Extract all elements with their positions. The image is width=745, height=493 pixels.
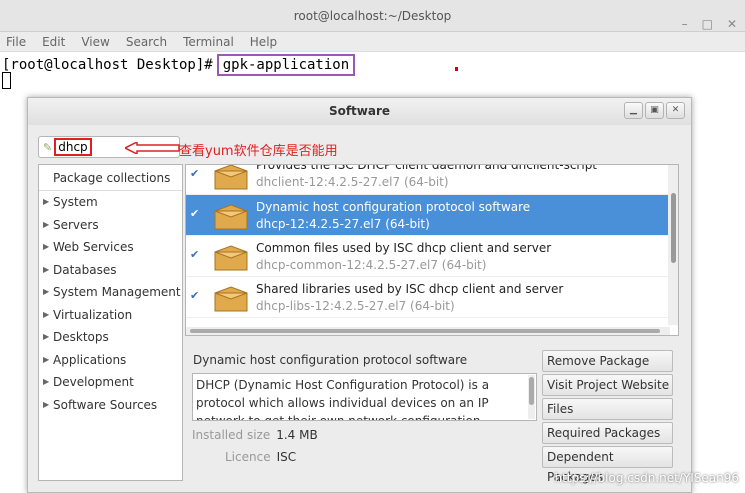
category-item[interactable]: ▶ Development — [39, 371, 182, 394]
checkbox-icon[interactable]: ✔ — [190, 248, 203, 261]
software-titlebar[interactable]: Software ▁ ▣ ✕ — [28, 98, 691, 125]
description-scrollbar[interactable] — [528, 375, 535, 419]
software-title: Software — [328, 104, 391, 118]
package-row[interactable]: ✔ Provides the ISC DHCP client daemon an… — [186, 165, 678, 195]
description-text: DHCP (Dynamic Host Configuration Protoco… — [196, 378, 490, 421]
minimize-button[interactable]: ▁ — [624, 102, 643, 119]
expand-triangle-icon: ▶ — [43, 219, 50, 229]
category-item[interactable]: ▶ Software Sources — [39, 394, 182, 417]
licence-row: Licence ISC — [225, 450, 296, 464]
expand-triangle-icon: ▶ — [43, 287, 50, 296]
close-icon: ✕ — [671, 105, 680, 115]
action-buttons: Remove Package Visit Project Website Fil… — [542, 350, 673, 484]
checkbox-icon[interactable]: ✔ — [190, 167, 203, 180]
files-button[interactable]: Files — [542, 398, 673, 420]
maximize-icon[interactable]: □ — [702, 8, 713, 40]
terminal-line: [root@localhost Desktop]# gpk-applicatio… — [2, 54, 356, 76]
pencil-icon: ✎ — [43, 140, 53, 154]
expand-triangle-icon: ▶ — [43, 309, 50, 319]
package-list-vscroll[interactable] — [668, 165, 678, 325]
category-item[interactable]: ▶ Applications — [39, 349, 182, 372]
expand-triangle-icon: ▶ — [43, 264, 50, 274]
category-header[interactable]: Package collections — [39, 165, 182, 191]
package-box-icon — [214, 204, 248, 230]
package-name: dhcp-libs-12:4.2.5-27.el7 (64-bit) — [256, 299, 455, 313]
terminal-menubar: File Edit View Search Terminal Help — [0, 32, 745, 52]
package-name: dhcp-12:4.2.5-27.el7 (64-bit) — [256, 217, 430, 231]
dependent-packages-button[interactable]: Dependent Packages — [542, 446, 673, 484]
licence-value: ISC — [276, 450, 297, 464]
menu-edit[interactable]: Edit — [42, 32, 65, 51]
command-text: gpk-application — [216, 54, 356, 76]
category-item[interactable]: ▶ Virtualization — [39, 304, 182, 327]
package-list: ✔ Provides the ISC DHCP client daemon an… — [185, 164, 679, 336]
menu-search[interactable]: Search — [126, 32, 167, 51]
visit-project-website-button[interactable]: Visit Project Website — [542, 374, 673, 396]
category-item[interactable]: ▶ Web Services — [39, 236, 182, 259]
installed-size-row: Installed size 1.4 MB — [192, 428, 318, 442]
menu-terminal[interactable]: Terminal — [183, 32, 234, 51]
package-name: dhcp-common-12:4.2.5-27.el7 (64-bit) — [256, 258, 487, 272]
hscroll-thumb[interactable] — [190, 329, 660, 333]
package-box-icon — [214, 165, 248, 190]
annotation-arrow-icon — [125, 142, 180, 154]
package-row-selected[interactable]: ✔ Dynamic host configuration protocol so… — [186, 195, 678, 236]
maximize-button[interactable]: ▣ — [645, 102, 664, 119]
expand-triangle-icon: ▶ — [43, 377, 50, 386]
package-box-icon — [214, 286, 248, 312]
menu-help[interactable]: Help — [250, 32, 277, 51]
licence-label: Licence — [225, 450, 271, 464]
expand-triangle-icon: ▶ — [43, 399, 50, 409]
installed-size-value: 1.4 MB — [276, 428, 318, 442]
required-packages-button[interactable]: Required Packages — [542, 422, 673, 444]
category-item[interactable]: ▶ System — [39, 191, 182, 214]
category-list: Package collections ▶ System ▶ Servers ▶ We… — [38, 164, 183, 481]
package-box-icon — [214, 245, 248, 271]
close-button[interactable]: ✕ — [666, 102, 685, 119]
package-summary: Common files used by ISC dhcp client and… — [256, 241, 552, 255]
expand-triangle-icon: ▶ — [43, 354, 50, 364]
description-scroll-thumb[interactable] — [529, 377, 534, 405]
remove-package-button[interactable]: Remove Package — [542, 350, 673, 372]
expand-triangle-icon: ▶ — [43, 332, 50, 341]
package-summary: Dynamic host configuration protocol soft… — [256, 200, 531, 214]
expand-triangle-icon: ▶ — [43, 197, 50, 206]
watermark: https://blog.csdn.net/YISean96 — [554, 471, 739, 485]
package-name: dhclient-12:4.2.5-27.el7 (64-bit) — [256, 175, 449, 189]
minimize-icon: ▁ — [630, 105, 637, 115]
checkbox-icon[interactable]: ✔ — [190, 289, 203, 302]
package-summary: Shared libraries used by ISC dhcp client… — [256, 282, 564, 296]
red-mark — [455, 67, 458, 71]
package-row[interactable]: ✔ Common files used by ISC dhcp client a… — [186, 236, 678, 277]
menu-file[interactable]: File — [6, 32, 26, 51]
menu-view[interactable]: View — [81, 32, 109, 51]
close-icon[interactable]: ✕ — [727, 8, 737, 40]
category-item[interactable]: ▶ Databases — [39, 259, 182, 282]
terminal-titlebar[interactable]: root@localhost:~/Desktop – □ ✕ — [0, 0, 745, 32]
package-row[interactable]: ✔ Shared libraries used by ISC dhcp clie… — [186, 277, 678, 318]
annotation-text: 查看yum软件仓库是否能用 — [179, 144, 338, 159]
software-window: Software ▁ ▣ ✕ ✎ dhcp 查看yum软件仓库是否能用 Pack… — [27, 97, 692, 493]
category-item[interactable]: ▶ Servers — [39, 214, 182, 237]
category-item[interactable]: ▶ System Management — [39, 281, 182, 304]
checkbox-icon[interactable]: ✔ — [190, 207, 203, 220]
vscroll-thumb[interactable] — [671, 193, 676, 263]
terminal-title: root@localhost:~/Desktop — [293, 9, 452, 23]
package-list-hscroll[interactable] — [186, 327, 670, 335]
category-item[interactable]: ▶ Desktops — [39, 326, 182, 349]
terminal-cursor — [2, 72, 11, 89]
shell-prompt: [root@localhost Desktop]# — [2, 57, 213, 73]
expand-triangle-icon: ▶ — [43, 242, 50, 251]
maximize-icon: ▣ — [650, 105, 659, 115]
description-box[interactable]: DHCP (Dynamic Host Configuration Protoco… — [192, 373, 537, 421]
search-value: dhcp — [54, 138, 92, 156]
detail-title: Dynamic host configuration protocol soft… — [193, 353, 468, 367]
minimize-icon[interactable]: – — [682, 8, 688, 40]
package-summary: Provides the ISC DHCP client daemon and … — [256, 164, 598, 172]
installed-size-label: Installed size — [192, 428, 271, 442]
